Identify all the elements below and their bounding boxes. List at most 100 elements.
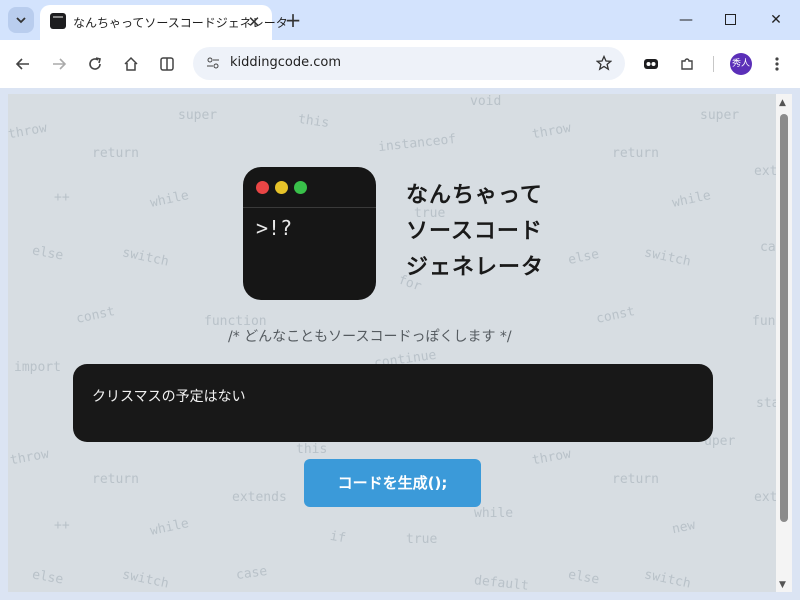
background-keyword: import [14,360,61,375]
maximize-button[interactable] [716,8,744,32]
plus-icon: + [284,8,302,32]
split-view-icon [160,57,174,71]
background-keyword: switch [120,567,171,592]
yellow-dot-icon [275,181,288,194]
background-keyword: throw [530,446,573,469]
background-keyword: ext [754,490,776,505]
background-keyword: switch [642,567,693,592]
background-keyword: throw [8,446,51,469]
address-bar[interactable]: kiddingcode.com [193,47,625,80]
title-line: ソースコード [406,219,543,244]
profile-avatar[interactable]: 秀人 [730,53,752,75]
scrollbar-thumb[interactable] [780,114,788,522]
site-title: なんちゃって ソースコード ジェネレータ [406,178,544,286]
minimize-button[interactable]: — [672,8,700,32]
site-settings-button[interactable] [201,51,225,75]
background-keyword: case [235,563,269,584]
background-keyword: if [328,528,347,547]
extension-icon [644,59,658,69]
background-keyword: return [92,472,139,487]
background-keyword: super [178,108,218,123]
green-dot-icon [294,181,307,194]
title-bar: なんちゃってソースコードジェネレータ ✕ + — ✕ [0,0,800,40]
site-settings-icon [207,57,219,69]
generate-code-button[interactable]: コードを生成(); [304,459,481,507]
background-keyword: this [296,442,328,457]
page-scrollbar[interactable]: ▲ ▼ [776,94,792,592]
forward-icon [53,58,67,70]
background-keyword: ext [754,164,776,179]
split-view-button[interactable] [155,52,179,76]
home-icon [124,56,138,71]
tab-close-button[interactable]: ✕ [244,12,264,32]
menu-icon [775,57,779,71]
reload-button[interactable] [83,52,107,76]
tagline: /* どんなこともソースコードっぽくします */ [228,329,512,345]
star-icon [596,55,612,71]
background-keyword: sta [756,396,776,411]
background-keyword: return [612,146,659,161]
background-keyword: super [700,108,740,123]
background-keyword: else [566,567,601,588]
background-keyword: ca [760,240,776,255]
background-keyword: default [473,573,530,592]
logo-text: >!? [256,216,293,240]
home-button[interactable] [119,52,143,76]
background-keyword: this [297,111,331,132]
background-keyword: switch [120,245,171,270]
background-keyword: return [92,146,139,161]
title-line: なんちゃって [406,183,543,208]
background-keyword: throw [8,120,49,143]
background-keyword: instanceof [377,131,457,156]
favicon-icon [50,13,66,29]
background-keyword: while [670,188,713,211]
extensions-menu-button[interactable] [675,52,699,76]
background-keyword: const [594,304,637,327]
tab-search-button[interactable] [8,7,34,33]
browser-menu-button[interactable] [765,52,789,76]
background-keyword: ++ [54,518,70,533]
logo-divider [243,207,376,208]
background-keyword: functio [752,314,776,329]
background-keyword: extends [232,490,287,505]
background-keyword: else [566,246,601,269]
reload-icon [89,57,101,70]
input-value: クリスマスの予定はない [92,389,246,405]
background-keyword: throw [530,120,573,143]
extension-button[interactable] [639,52,663,76]
toolbar-divider [713,56,714,72]
background-keyword: while [148,516,191,539]
scroll-down-icon[interactable]: ▼ [779,580,786,590]
browser-toolbar: kiddingcode.com 秀人 [0,40,800,88]
forward-button[interactable] [47,52,71,76]
background-keyword: switch [642,245,693,270]
background-keyword: else [30,243,65,264]
background-keyword: return [612,472,659,487]
active-tab[interactable]: なんちゃってソースコードジェネレータ ✕ [40,5,288,40]
app-logo: >!? [243,167,376,300]
close-icon: ✕ [770,12,782,28]
tab-search-icon [16,17,26,24]
background-keyword: while [148,188,191,211]
title-line: ジェネレータ [406,255,545,280]
background-keyword: const [74,304,117,327]
new-tab-button[interactable]: + [283,9,303,31]
url-text: kiddingcode.com [230,55,341,70]
background-keyword: new [670,517,697,538]
page-viewport: super void super throw this instanceof throw re… [8,94,776,592]
text-input[interactable]: クリスマスの予定はない [73,364,713,442]
red-dot-icon [256,181,269,194]
background-keyword: void [470,94,502,109]
background-keyword: true [406,532,438,547]
background-keyword: else [30,567,65,588]
minimize-icon: — [679,12,693,28]
back-button[interactable] [11,52,35,76]
background-keyword: ++ [54,190,70,205]
maximize-icon [724,14,736,25]
window-close-button[interactable]: ✕ [762,8,790,32]
bookmark-button[interactable] [593,52,615,74]
background-keyword: while [474,506,514,521]
scroll-up-icon[interactable]: ▲ [779,98,786,108]
close-icon: ✕ [247,13,261,31]
back-icon [15,58,29,70]
